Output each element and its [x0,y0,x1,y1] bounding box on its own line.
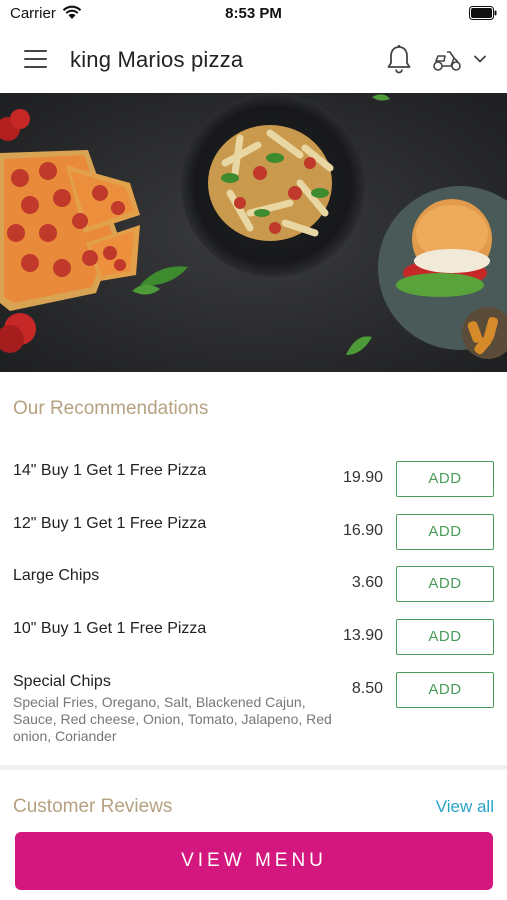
view-menu-button[interactable]: VIEW MENU [15,832,493,890]
chevron-down-icon[interactable] [473,54,487,64]
restaurant-title: king Marios pizza [70,47,244,72]
menu-item-name: 12" Buy 1 Get 1 Free Pizza [13,515,207,532]
menu-item-description: Special Fries, Oregano, Salt, Blackened … [13,694,332,744]
menu-item-price: 13.90 [342,627,383,644]
menu-item-price: 8.50 [351,680,383,697]
menu-item-name: Special Chips [13,673,111,690]
hero-banner-image [0,93,507,372]
menu-item-price: 3.60 [351,574,383,591]
menu-item-price: 16.90 [342,522,383,539]
add-button[interactable]: ADD [396,461,494,497]
battery-icon [469,6,497,20]
add-button[interactable]: ADD [396,514,494,550]
menu-icon[interactable] [24,50,47,68]
pasta-illustration [181,93,365,277]
status-bar: Carrier 8:53 PM [0,0,507,28]
section-divider [0,765,507,770]
view-all-reviews-link[interactable]: View all [436,797,494,817]
recommendations-title: Our Recommendations [13,398,209,419]
menu-item-name: 14" Buy 1 Get 1 Free Pizza [13,462,207,479]
add-button[interactable]: ADD [396,566,494,602]
app-header: king Marios pizza [0,28,507,92]
add-button[interactable]: ADD [396,619,494,655]
menu-item-name: 10" Buy 1 Get 1 Free Pizza [13,620,207,637]
bell-icon[interactable] [386,44,412,74]
add-button[interactable]: ADD [396,672,494,708]
menu-item-name: Large Chips [13,567,100,584]
menu-item-price: 19.90 [342,469,383,486]
clock: 8:53 PM [225,5,282,22]
scooter-icon[interactable] [432,48,462,72]
customer-reviews-title: Customer Reviews [13,796,173,817]
